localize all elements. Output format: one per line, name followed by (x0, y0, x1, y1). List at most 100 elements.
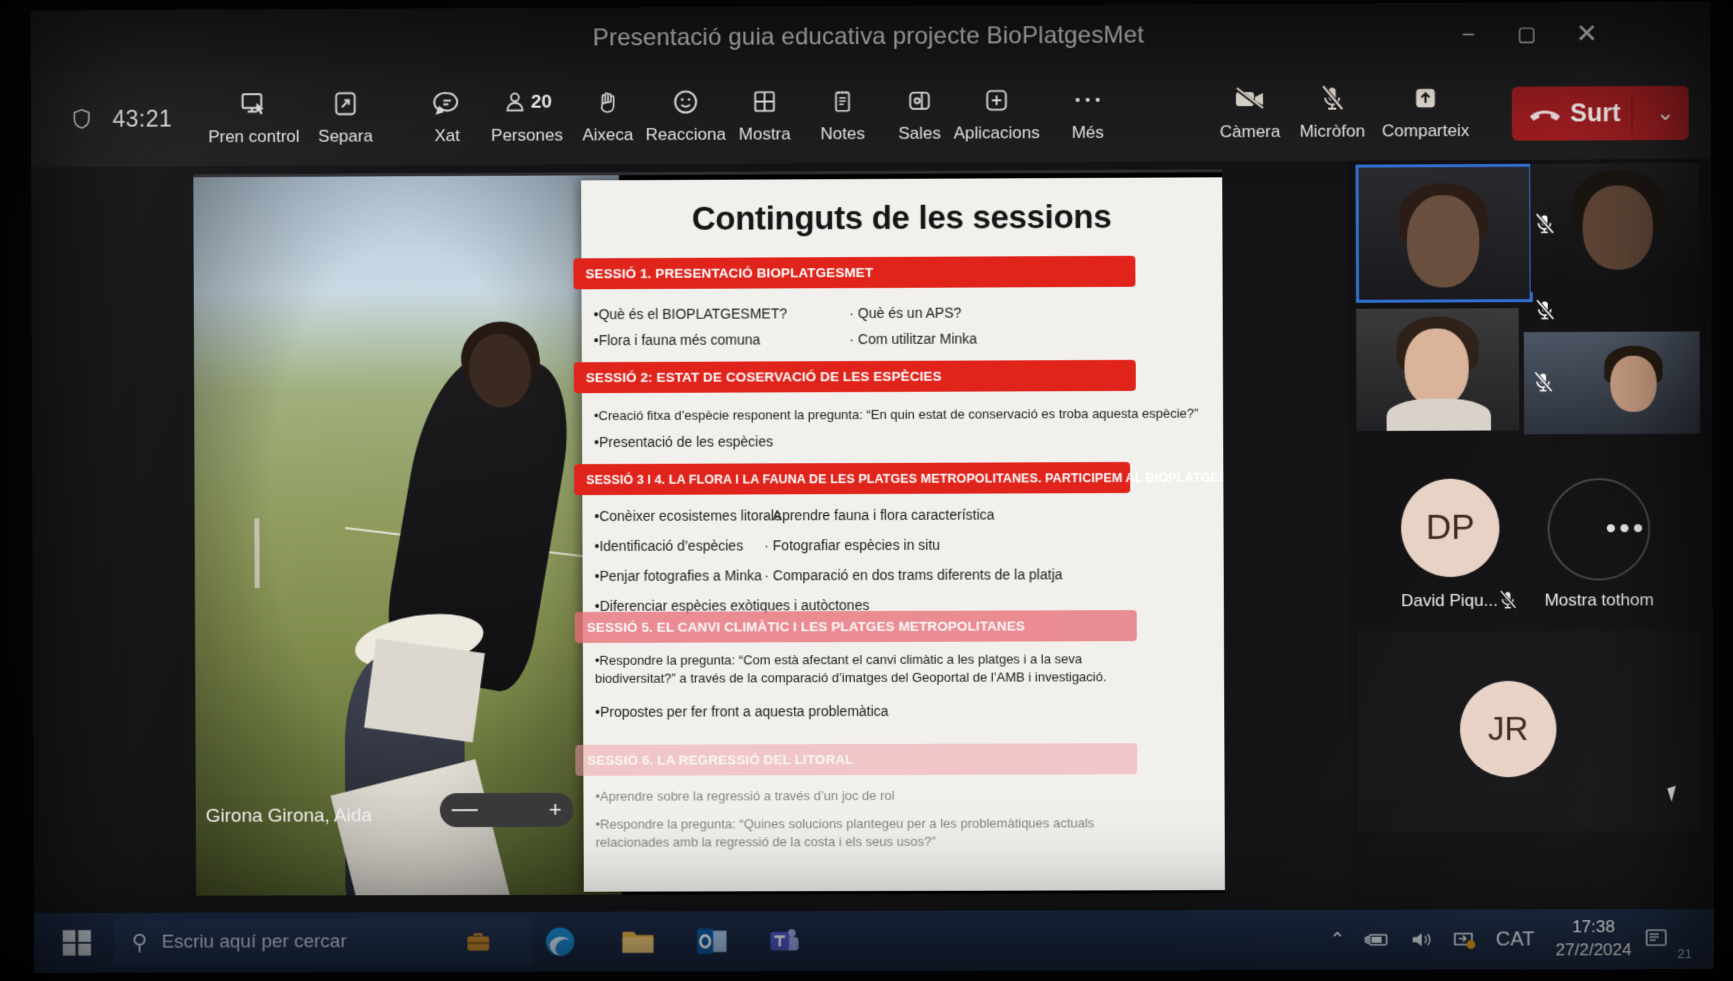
participant-3-body (1386, 398, 1492, 432)
clock[interactable]: 17:38 27/2/2024 (1556, 916, 1632, 962)
minimize-button[interactable]: – (1445, 15, 1491, 53)
pop-out-icon (331, 83, 359, 125)
session-3-4-heading: SESSIÓ 3 I 4. LA FLORA I LA FAUNA DE LES… (574, 461, 1225, 496)
session-3-4-bullet-1: •Conèixer ecosistemes litorals (594, 507, 782, 525)
zoom-out-button[interactable] (451, 809, 478, 812)
zoom-in-button[interactable]: + (549, 797, 562, 823)
take-control-label: Pren control (208, 126, 300, 147)
more-ellipsis-icon (1073, 79, 1103, 121)
participant-4-mic-off-icon (1531, 370, 1555, 394)
participant-1-face (1406, 195, 1480, 288)
pop-out-button[interactable]: Separa (298, 82, 394, 158)
spotlight-avatar[interactable]: JR (1459, 680, 1557, 778)
file-explorer-icon[interactable] (610, 919, 666, 963)
participant-2-face (1582, 185, 1654, 270)
windows-taskbar: ⚲ Escriu aquí per cercar ⌃ CAT 17:38 27/… (33, 908, 1715, 973)
session-3-4-bullet-3: •Penjar fotografies a Minka (594, 567, 762, 584)
windows-start-icon[interactable] (60, 926, 94, 960)
more-button[interactable]: Més (1040, 79, 1136, 156)
notes-icon (829, 80, 855, 122)
microphone-off-icon (1319, 78, 1345, 120)
participant-4-face (1610, 355, 1657, 412)
leave-divider (1631, 94, 1633, 133)
notification-center-icon[interactable] (1644, 927, 1670, 951)
take-control-button[interactable]: Pren control (206, 83, 302, 159)
clock-time: 17:38 (1572, 917, 1615, 937)
slide-title: Continguts de les sessions (691, 197, 1112, 237)
apps-button[interactable]: Aplicacions (948, 79, 1044, 156)
search-icon: ⚲ (131, 929, 148, 955)
zoom-controls[interactable]: + (439, 792, 574, 828)
meeting-stage: Girona Girona, Aida + Continguts de les … (31, 158, 1714, 914)
people-count-badge: 20 (530, 91, 552, 113)
view-grid-icon (750, 80, 778, 122)
leave-meeting-button[interactable]: Surt ⌄ (1511, 85, 1689, 141)
session-3-4-bullet-2: •Identificació d’espècies (594, 537, 744, 555)
session-6-bullet-2: •Respondre la pregunta: “Quines solucion… (595, 815, 1095, 850)
avatar[interactable]: DP (1400, 478, 1500, 578)
raise-hand-icon (595, 81, 621, 123)
screen-surface: Presentació guia educativa projecte BioP… (30, 1, 1715, 973)
shield-icon (73, 109, 90, 130)
pop-out-label: Separa (318, 126, 373, 146)
photographed-screen: Presentació guia educativa projecte BioP… (0, 0, 1733, 981)
presentation-photo (193, 175, 622, 896)
powerpoint-slide: Continguts de les sessions SESSIÓ 1. PRE… (573, 177, 1225, 892)
session-1-bullet-1: •Què és el BIOPLATGESMET? (593, 305, 788, 323)
search-placeholder: Escriu aquí per cercar (161, 931, 347, 953)
outlook-icon[interactable] (684, 919, 740, 963)
meeting-toolbar: 43:21 Pren control Separa Xat 20 Persone… (30, 63, 1712, 168)
notes-label: Notes (820, 124, 865, 144)
share-label: Comparteix (1381, 120, 1470, 141)
notification-count: 21 (1677, 946, 1692, 962)
participant-3-mic-off-icon (1533, 298, 1557, 322)
david-mic-off-icon (1498, 589, 1518, 611)
teams-meeting-window: Presentació guia educativa projecte BioP… (30, 1, 1714, 914)
session-5-bullet-1: •Respondre la pregunta: “Com està afecta… (594, 651, 1107, 686)
microphone-button[interactable]: Micròfon (1284, 77, 1381, 154)
volume-icon[interactable] (1409, 930, 1433, 950)
share-button[interactable]: Comparteix (1377, 77, 1474, 154)
shared-content-area[interactable]: Girona Girona, Aida + Continguts de les … (193, 169, 1225, 896)
reactions-label: Reacciona (645, 124, 726, 145)
network-warning-icon[interactable] (1452, 929, 1478, 951)
reactions-icon (671, 81, 701, 123)
session-2-bullet-1: •Creació fitxa d’espècie responent la pr… (593, 405, 1199, 424)
meeting-timer: 43:21 (112, 105, 173, 132)
session-1-bullet-2: •Flora i fauna més comuna (593, 331, 761, 349)
breakout-rooms-label: Sales (898, 123, 941, 143)
session-5-heading: SESSIÓ 5. EL CANVI CLIMÀTIC I LES PLATGE… (574, 610, 1137, 643)
participant-3-face (1404, 328, 1469, 407)
teams-icon[interactable] (756, 919, 812, 963)
chevron-up-icon[interactable]: ⌃ (1329, 928, 1345, 951)
participants-rail: DP David Piqu... more-ellipsis-icon ••• … (1347, 158, 1710, 910)
share-screen-icon (1411, 77, 1439, 119)
clock-date: 27/2/2024 (1555, 940, 1632, 960)
session-1-heading: SESSIÓ 1. PRESENTACIÓ BIOPLATGESMET (573, 255, 1136, 290)
show-everyone-button[interactable]: more-ellipsis-icon ••• (1547, 477, 1651, 581)
battery-charging-icon[interactable] (1363, 931, 1391, 949)
participant-video-1[interactable] (1355, 163, 1533, 303)
edge-browser-icon[interactable] (532, 920, 588, 964)
apps-plus-icon (982, 79, 1010, 121)
participant-video-3[interactable] (1356, 308, 1520, 432)
raise-hand-label: Aixeca (582, 125, 634, 145)
photo-vignette (193, 175, 622, 896)
close-button[interactable]: ✕ (1564, 14, 1610, 52)
window-title-bar: Presentació guia educativa projecte BioP… (30, 1, 1711, 73)
maximize-button[interactable]: ▢ (1503, 14, 1549, 52)
participant-2-mic-off-icon (1532, 212, 1556, 236)
session-2-heading: SESSIÓ 2: ESTAT DE COSERVACIÓ DE LES ESP… (573, 359, 1136, 394)
people-label: Persones (491, 125, 563, 145)
language-indicator[interactable]: CAT (1496, 928, 1535, 951)
session-2-bullet-2: •Presentació de les espècies (594, 433, 774, 451)
session-1-right-bullet-1: · Què és un APS? (849, 304, 962, 322)
hangup-icon (1529, 110, 1561, 121)
leave-label: Surt (1570, 98, 1621, 127)
session-3-4-right-bullet-1: · Aprendre fauna i flora característica (764, 506, 995, 524)
briefcase-icon[interactable] (450, 920, 506, 964)
camera-label: Càmera (1219, 121, 1281, 142)
chevron-down-icon[interactable]: ⌄ (1656, 100, 1675, 126)
system-tray: ⌃ CAT 17:38 27/2/2024 21 (1320, 909, 1704, 970)
session-3-4-right-bullet-3: · Comparació en dos trams diferents de l… (764, 566, 1063, 584)
